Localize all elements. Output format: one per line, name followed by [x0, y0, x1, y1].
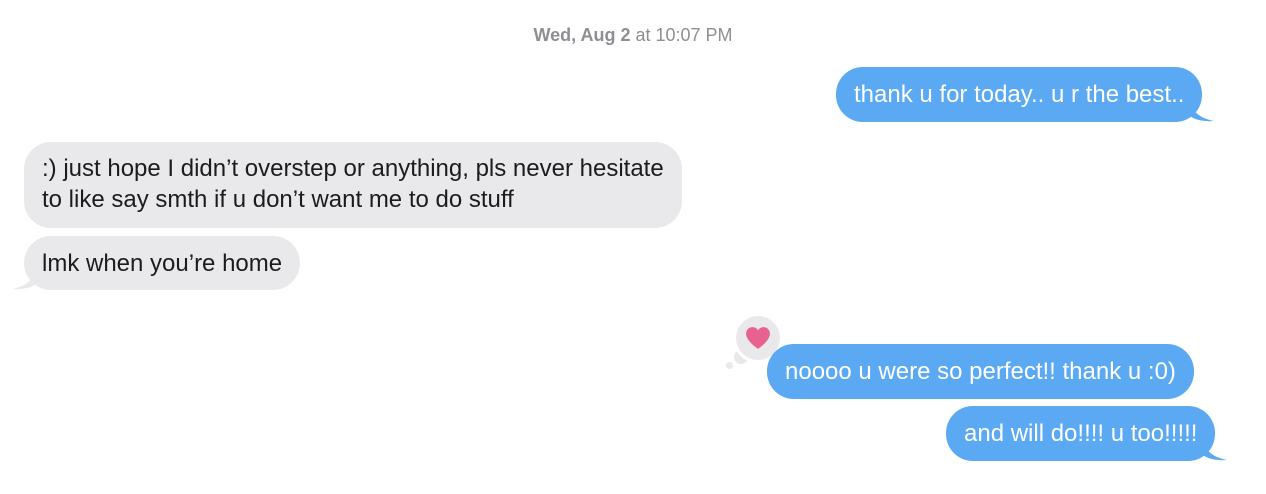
conversation-timestamp: Wed, Aug 2 at 10:07 PM [0, 25, 1266, 46]
message-text-line: :) just hope I didn’t overstep or anythi… [42, 155, 664, 182]
message-bubble-received[interactable]: :) just hope I didn’t overstep or anythi… [24, 142, 682, 228]
message-text: lmk when you’re home [42, 250, 283, 277]
reaction-bubble-dot [726, 362, 733, 369]
bubble-tail [1201, 439, 1228, 461]
timestamp-time: at 10:07 PM [630, 25, 733, 45]
message-text: thank u for today.. u r the best.. [854, 81, 1185, 108]
timestamp-day: Wed, Aug 2 [533, 25, 631, 45]
message-bubble-sent[interactable]: noooo u were so perfect!! thank u :0) [767, 344, 1194, 399]
bubble-tail [12, 268, 38, 290]
message-text: and will do!!!! u too!!!!! [964, 420, 1198, 447]
message-bubble-sent[interactable]: thank u for today.. u r the best.. [836, 67, 1215, 122]
heart-icon [746, 327, 770, 349]
message-text: noooo u were so perfect!! thank u :0) [785, 358, 1176, 385]
message-bubble-sent[interactable]: and will do!!!! u too!!!!! [946, 406, 1228, 461]
bubble-tail [1188, 100, 1215, 122]
message-bubble-received[interactable]: lmk when you’re home [12, 236, 301, 290]
message-text-line: to like say smth if u don’t want me to d… [42, 186, 514, 213]
